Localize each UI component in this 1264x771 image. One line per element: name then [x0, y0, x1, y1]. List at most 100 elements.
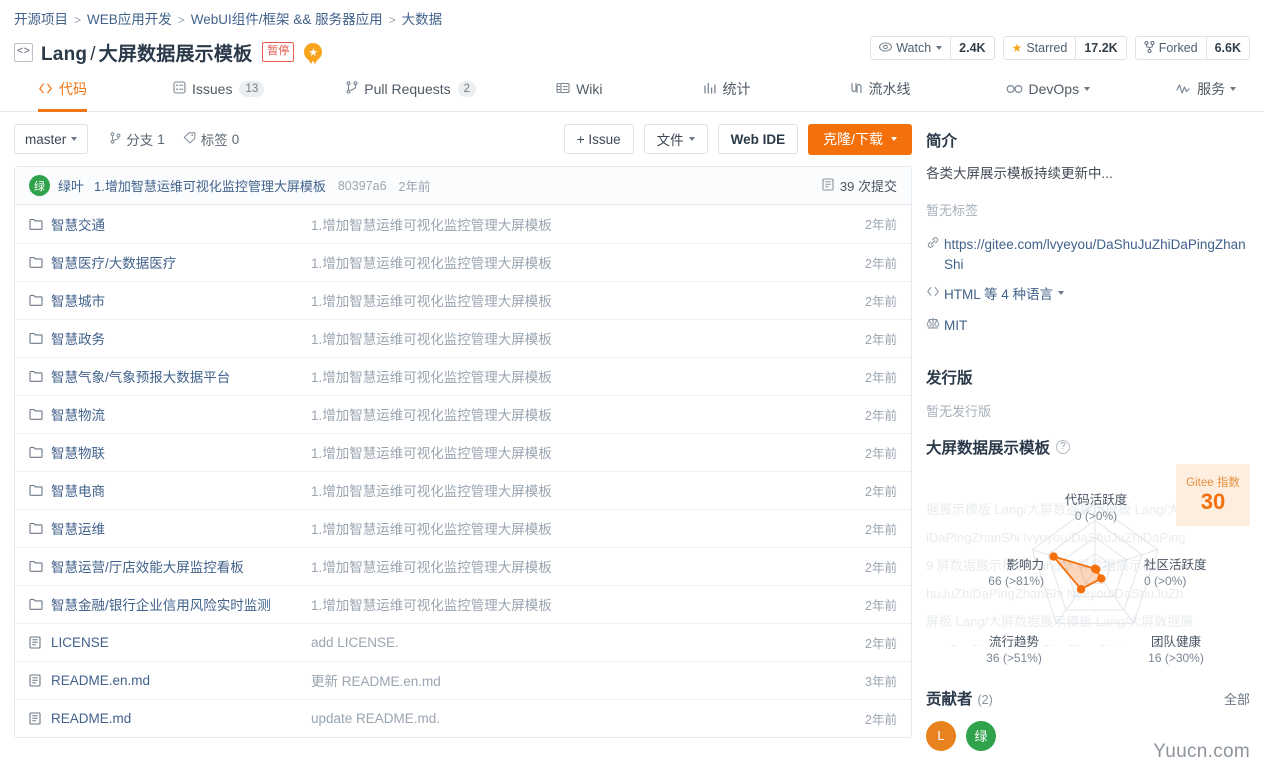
avatar[interactable]: L [926, 720, 956, 751]
table-row[interactable]: 智慧政务 1.增加智慧运维可视化监控管理大屏模板 2年前 [15, 319, 911, 357]
file-name-cell[interactable]: 智慧医疗/大数据医疗 [15, 243, 297, 281]
file-link[interactable]: README.md [29, 711, 283, 726]
breadcrumb-item-1[interactable]: WEB应用开发 [87, 12, 172, 27]
new-issue-button[interactable]: + Issue [563, 124, 634, 154]
file-commit-message[interactable]: 1.增加智慧运维可视化监控管理大屏模板 [297, 357, 767, 395]
file-name-cell[interactable]: 智慧电商 [15, 471, 297, 509]
branch-selector[interactable]: master [14, 124, 89, 154]
file-commit-message[interactable]: update README.md. [297, 699, 767, 737]
breadcrumb-item-2[interactable]: WebUI组件/框架 && 服务器应用 [191, 12, 383, 27]
language-row[interactable]: HTML 等 4 种语言 [926, 285, 1250, 305]
file-link[interactable]: 智慧政务 [29, 328, 283, 348]
file-name-cell[interactable]: 智慧城市 [15, 281, 297, 319]
file-name-cell[interactable]: 智慧政务 [15, 319, 297, 357]
repo-owner-link[interactable]: Lang [41, 44, 87, 65]
table-row[interactable]: README.md update README.md. 2年前 [15, 699, 911, 737]
fork-button-group[interactable]: Forked 6.6K [1134, 36, 1250, 60]
table-row[interactable]: 智慧物流 1.增加智慧运维可视化监控管理大屏模板 2年前 [15, 395, 911, 433]
file-link[interactable]: 智慧物流 [29, 404, 283, 424]
tab-issues[interactable]: Issues 13 [173, 69, 265, 112]
chevron-down-icon[interactable] [1058, 291, 1065, 296]
breadcrumb-item-0[interactable]: 开源项目 [14, 12, 68, 27]
file-link[interactable]: 智慧交通 [29, 214, 283, 234]
table-row[interactable]: 智慧物联 1.增加智慧运维可视化监控管理大屏模板 2年前 [15, 433, 911, 471]
branch-icon [110, 131, 121, 147]
fork-button[interactable]: Forked [1136, 37, 1206, 59]
homepage-link[interactable]: https://gitee.com/lvyeyou/DaShuJuZhiDaPi… [944, 235, 1250, 274]
clone-download-button[interactable]: 克隆/下载 [808, 123, 912, 155]
file-link[interactable]: 智慧气象/气象预报大数据平台 [29, 366, 283, 386]
commits-count-link[interactable]: 39 次提交 [822, 176, 897, 195]
table-row[interactable]: 智慧运维 1.增加智慧运维可视化监控管理大屏模板 2年前 [15, 509, 911, 547]
contributors-all-link[interactable]: 全部 [1224, 689, 1250, 708]
file-name-cell[interactable]: 智慧运维 [15, 509, 297, 547]
table-row[interactable]: 智慧电商 1.增加智慧运维可视化监控管理大屏模板 2年前 [15, 471, 911, 509]
file-link[interactable]: 智慧金融/银行企业信用风险实时监测 [29, 594, 283, 614]
tab-pull-requests[interactable]: Pull Requests 2 [346, 69, 477, 112]
star-button-group[interactable]: ★ Starred 17.2K [1002, 36, 1127, 60]
table-row[interactable]: 智慧医疗/大数据医疗 1.增加智慧运维可视化监控管理大屏模板 2年前 [15, 243, 911, 281]
table-row[interactable]: LICENSE add LICENSE. 2年前 [15, 623, 911, 661]
file-commit-message[interactable]: 更新 README.en.md [297, 661, 767, 699]
file-name-cell[interactable]: 智慧交通 [15, 205, 297, 243]
file-commit-message[interactable]: 1.增加智慧运维可视化监控管理大屏模板 [297, 395, 767, 433]
file-commit-message[interactable]: 1.增加智慧运维可视化监控管理大屏模板 [297, 585, 767, 623]
avatar[interactable]: 绿 [29, 175, 50, 196]
file-name-cell[interactable]: README.md [15, 699, 297, 737]
license-link[interactable]: MIT [944, 316, 967, 336]
commit-message-link[interactable]: 1.增加智慧运维可视化监控管理大屏模板 [94, 176, 326, 195]
file-commit-message[interactable]: 1.增加智慧运维可视化监控管理大屏模板 [297, 243, 767, 281]
breadcrumb-item-3[interactable]: 大数据 [402, 12, 443, 27]
file-commit-time: 2年前 [865, 636, 897, 651]
tab-services[interactable]: 服务 [1176, 69, 1237, 112]
tab-devops[interactable]: DevOps [1006, 69, 1091, 112]
files-button[interactable]: 文件 [643, 124, 708, 154]
tab-wiki[interactable]: Wiki [556, 69, 603, 112]
file-commit-message[interactable]: 1.增加智慧运维可视化监控管理大屏模板 [297, 319, 767, 357]
file-name-cell[interactable]: README.en.md [15, 661, 297, 699]
help-icon[interactable]: ? [1056, 439, 1071, 454]
file-commit-message[interactable]: 1.增加智慧运维可视化监控管理大屏模板 [297, 547, 767, 585]
tab-statistics[interactable]: 统计 [703, 69, 751, 112]
repo-name-link[interactable]: 大屏数据展示模板 [99, 44, 253, 65]
file-name-cell[interactable]: 智慧运营/厅店效能大屏监控看板 [15, 547, 297, 585]
file-link[interactable]: 智慧电商 [29, 480, 283, 500]
table-row[interactable]: 智慧气象/气象预报大数据平台 1.增加智慧运维可视化监控管理大屏模板 2年前 [15, 357, 911, 395]
file-link[interactable]: 智慧运营/厅店效能大屏监控看板 [29, 556, 283, 576]
table-row[interactable]: 智慧城市 1.增加智慧运维可视化监控管理大屏模板 2年前 [15, 281, 911, 319]
file-commit-message[interactable]: 1.增加智慧运维可视化监控管理大屏模板 [297, 281, 767, 319]
watch-button[interactable]: Watch [871, 37, 950, 59]
file-link[interactable]: README.en.md [29, 673, 283, 688]
commit-sha[interactable]: 80397a6 [338, 179, 387, 193]
tab-pipeline[interactable]: 流水线 [850, 69, 911, 112]
avatar[interactable]: 绿 [966, 720, 996, 751]
homepage-row[interactable]: https://gitee.com/lvyeyou/DaShuJuZhiDaPi… [926, 235, 1250, 274]
file-link[interactable]: 智慧医疗/大数据医疗 [29, 252, 283, 272]
file-link[interactable]: LICENSE [29, 635, 283, 650]
branches-link[interactable]: 分支 1 [110, 129, 165, 149]
watch-button-group[interactable]: Watch 2.4K [870, 36, 995, 60]
table-row[interactable]: README.en.md 更新 README.en.md 3年前 [15, 661, 911, 699]
table-row[interactable]: 智慧金融/银行企业信用风险实时监测 1.增加智慧运维可视化监控管理大屏模板 2年前 [15, 585, 911, 623]
file-name-cell[interactable]: 智慧物联 [15, 433, 297, 471]
commit-author-link[interactable]: 绿叶 [58, 176, 84, 195]
table-row[interactable]: 智慧交通 1.增加智慧运维可视化监控管理大屏模板 2年前 [15, 205, 911, 243]
tags-link[interactable]: 标签 0 [183, 129, 239, 149]
file-name-cell[interactable]: 智慧气象/气象预报大数据平台 [15, 357, 297, 395]
table-row[interactable]: 智慧运营/厅店效能大屏监控看板 1.增加智慧运维可视化监控管理大屏模板 2年前 [15, 547, 911, 585]
file-name-cell[interactable]: 智慧金融/银行企业信用风险实时监测 [15, 585, 297, 623]
file-commit-message[interactable]: 1.增加智慧运维可视化监控管理大屏模板 [297, 509, 767, 547]
file-link[interactable]: 智慧物联 [29, 442, 283, 462]
file-commit-message[interactable]: 1.增加智慧运维可视化监控管理大屏模板 [297, 205, 767, 243]
file-link[interactable]: 智慧运维 [29, 518, 283, 538]
file-commit-message[interactable]: add LICENSE. [297, 623, 767, 661]
file-commit-message[interactable]: 1.增加智慧运维可视化监控管理大屏模板 [297, 433, 767, 471]
license-row[interactable]: MIT [926, 316, 1250, 336]
file-name-cell[interactable]: 智慧物流 [15, 395, 297, 433]
file-name-cell[interactable]: LICENSE [15, 623, 297, 661]
star-button[interactable]: ★ Starred [1004, 37, 1076, 59]
web-ide-button[interactable]: Web IDE [717, 124, 799, 154]
file-link[interactable]: 智慧城市 [29, 290, 283, 310]
tab-code[interactable]: 代码 [38, 69, 87, 112]
file-commit-message[interactable]: 1.增加智慧运维可视化监控管理大屏模板 [297, 471, 767, 509]
